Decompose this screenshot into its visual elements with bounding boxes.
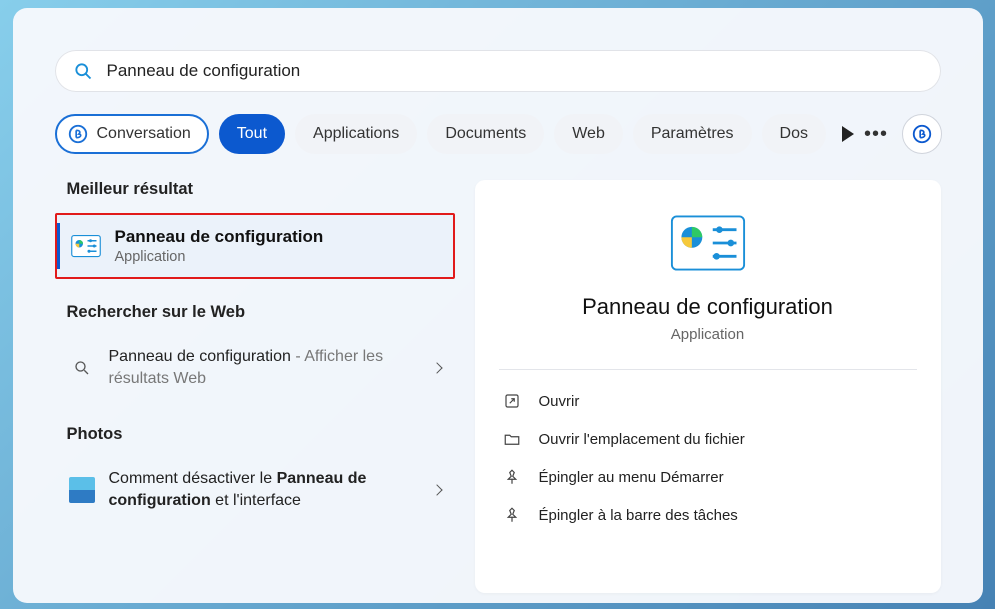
filter-label: Web bbox=[572, 125, 605, 143]
search-bar[interactable] bbox=[55, 50, 941, 92]
filter-applications[interactable]: Applications bbox=[295, 114, 417, 154]
chevron-right-icon bbox=[431, 363, 442, 374]
bing-chat-icon bbox=[67, 123, 89, 145]
action-label: Ouvrir bbox=[539, 393, 580, 410]
action-pin-taskbar[interactable]: Épingler à la barre des tâches bbox=[499, 496, 917, 534]
photo-result-text: Comment désactiver le Panneau de configu… bbox=[109, 468, 419, 513]
control-panel-large-icon bbox=[670, 214, 746, 272]
photo-thumbnail-icon bbox=[69, 477, 95, 503]
action-pin-start[interactable]: Épingler au menu Démarrer bbox=[499, 458, 917, 496]
action-label: Épingler au menu Démarrer bbox=[539, 469, 724, 486]
photo-suffix: et l'interface bbox=[211, 492, 301, 509]
filter-label: Applications bbox=[313, 125, 399, 143]
search-icon bbox=[73, 61, 93, 81]
more-options-icon[interactable]: ••• bbox=[864, 123, 888, 146]
filter-all[interactable]: Tout bbox=[219, 114, 285, 154]
preview-pane: Panneau de configuration Application Ouv… bbox=[475, 180, 941, 593]
best-result-title: Panneau de configuration bbox=[115, 227, 324, 247]
search-input[interactable] bbox=[107, 61, 923, 81]
filter-label: Dos bbox=[780, 125, 808, 143]
filter-conversation[interactable]: Conversation bbox=[55, 114, 209, 154]
filter-documents[interactable]: Documents bbox=[427, 114, 544, 154]
preview-subtitle: Application bbox=[499, 326, 917, 343]
filter-label: Conversation bbox=[97, 125, 191, 143]
pin-icon bbox=[503, 468, 521, 486]
filter-label: Paramètres bbox=[651, 125, 734, 143]
divider bbox=[499, 369, 917, 370]
web-search-item[interactable]: Panneau de configuration - Afficher les … bbox=[55, 336, 455, 401]
filter-label: Tout bbox=[237, 125, 267, 143]
section-web-search: Rechercher sur le Web bbox=[67, 303, 455, 322]
action-open-location[interactable]: Ouvrir l'emplacement du fichier bbox=[499, 420, 917, 458]
section-best-result: Meilleur résultat bbox=[67, 180, 455, 199]
best-result-subtitle: Application bbox=[115, 249, 324, 265]
filter-scroll-right-icon[interactable] bbox=[842, 126, 854, 142]
filter-label: Documents bbox=[445, 125, 526, 143]
filter-right-group: ••• bbox=[864, 114, 942, 154]
photo-result-item[interactable]: Comment désactiver le Panneau de configu… bbox=[55, 458, 455, 523]
search-icon bbox=[69, 355, 95, 381]
control-panel-icon bbox=[71, 231, 101, 261]
action-label: Épingler à la barre des tâches bbox=[539, 507, 738, 524]
filter-more-truncated[interactable]: Dos bbox=[762, 114, 826, 154]
preview-title: Panneau de configuration bbox=[499, 294, 917, 320]
web-search-prefix: Panneau de configuration bbox=[109, 348, 291, 365]
results-area: Meilleur résultat Panneau de configurati… bbox=[55, 180, 941, 593]
bing-icon bbox=[911, 123, 933, 145]
section-photos: Photos bbox=[67, 425, 455, 444]
best-result-item[interactable]: Panneau de configuration Application bbox=[55, 213, 455, 279]
photo-prefix: Comment désactiver le bbox=[109, 470, 277, 487]
filter-row: Conversation Tout Applications Documents… bbox=[55, 114, 941, 154]
results-list: Meilleur résultat Panneau de configurati… bbox=[55, 180, 455, 593]
bing-button[interactable] bbox=[902, 114, 942, 154]
action-open[interactable]: Ouvrir bbox=[499, 382, 917, 420]
filter-parametres[interactable]: Paramètres bbox=[633, 114, 752, 154]
start-search-panel: Conversation Tout Applications Documents… bbox=[13, 8, 983, 603]
filter-web[interactable]: Web bbox=[554, 114, 623, 154]
pin-icon bbox=[503, 506, 521, 524]
best-result-text: Panneau de configuration Application bbox=[115, 227, 324, 265]
chevron-right-icon bbox=[431, 485, 442, 496]
action-label: Ouvrir l'emplacement du fichier bbox=[539, 431, 745, 448]
folder-icon bbox=[503, 430, 521, 448]
open-icon bbox=[503, 392, 521, 410]
web-search-text: Panneau de configuration - Afficher les … bbox=[109, 346, 419, 391]
